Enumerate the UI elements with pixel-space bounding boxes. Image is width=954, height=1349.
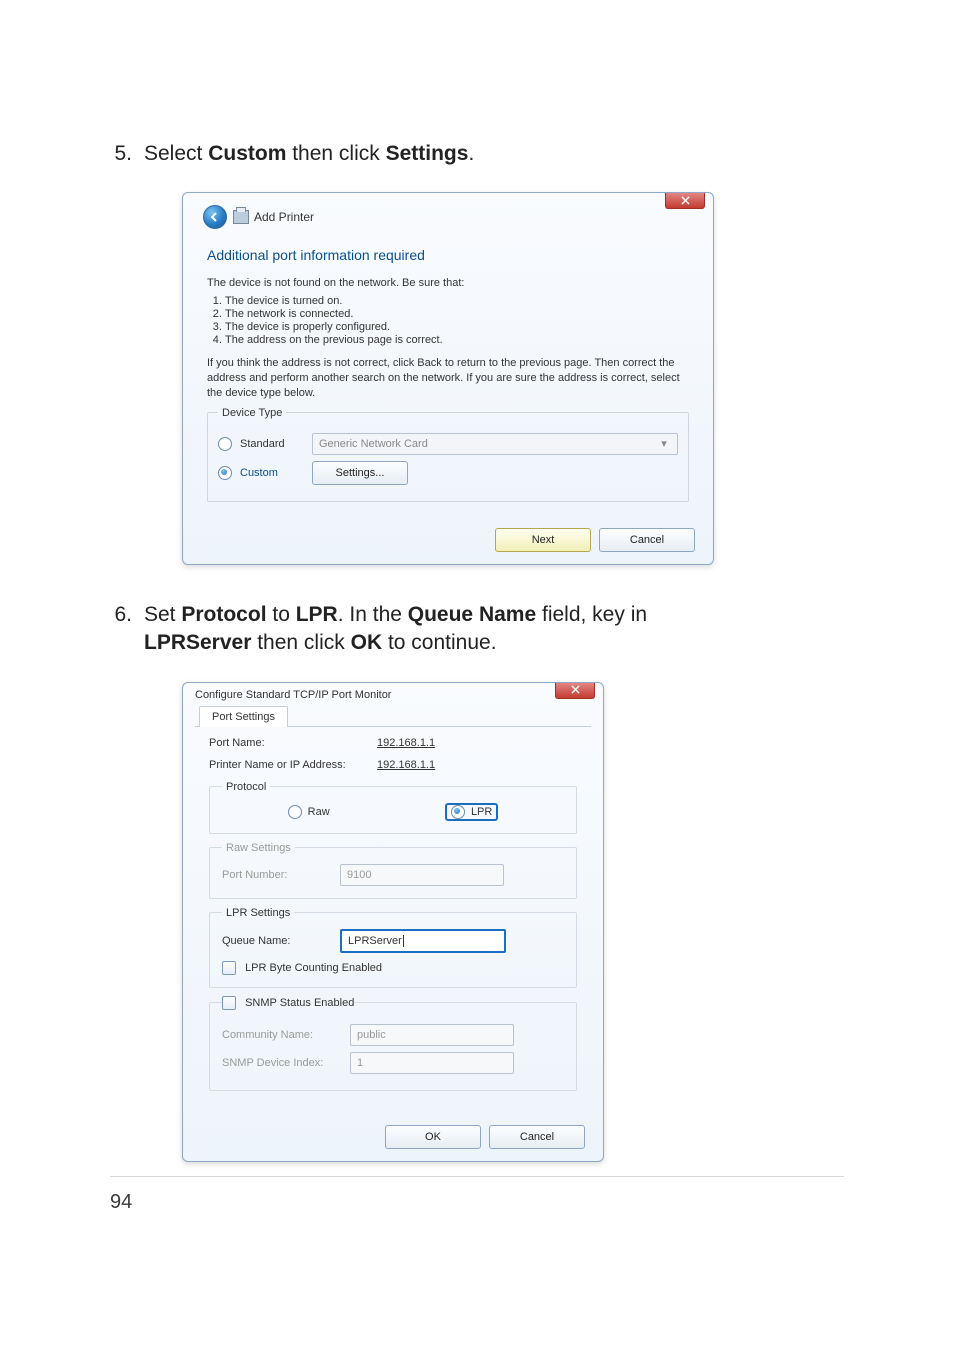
queue-name-label: Queue Name:: [222, 935, 332, 947]
snmp-index-input: 1: [350, 1052, 514, 1074]
snmp-index-label: SNMP Device Index:: [222, 1057, 342, 1069]
dialog-title: Add Printer: [254, 210, 314, 224]
bold: OK: [351, 631, 383, 654]
bold: LPRServer: [144, 631, 251, 654]
protocol-group: Protocol Raw LPR: [209, 781, 577, 834]
combo-value: Generic Network Card: [319, 438, 428, 450]
intro-text: The device is not found on the network. …: [207, 277, 689, 289]
snmp-label: SNMP Status Enabled: [245, 996, 354, 1008]
step-6: 6. Set Protocol to LPR. In the Queue Nam…: [110, 601, 844, 658]
bold-custom: Custom: [208, 142, 286, 165]
printer-ip-label: Printer Name or IP Address:: [209, 759, 369, 771]
community-label: Community Name:: [222, 1029, 342, 1041]
step-number: 6.: [110, 601, 132, 658]
raw-label: Raw: [308, 806, 330, 818]
text: Select: [144, 142, 208, 165]
lpr-settings-legend: LPR Settings: [222, 907, 294, 919]
text: to: [267, 603, 296, 626]
raw-radio[interactable]: Raw: [288, 803, 330, 821]
dialog-footer: Next Cancel: [183, 516, 713, 564]
dialog-footer: OK Cancel: [183, 1113, 603, 1161]
port-name-label: Port Name:: [209, 737, 369, 749]
close-button[interactable]: [555, 682, 595, 699]
custom-radio-row[interactable]: Custom Settings...: [218, 461, 678, 485]
list-item: The address on the previous page is corr…: [225, 334, 689, 346]
text: field, key in: [536, 603, 647, 626]
configure-port-dialog: Configure Standard TCP/IP Port Monitor P…: [182, 682, 604, 1162]
close-icon: [571, 685, 580, 694]
raw-settings-group: Raw Settings Port Number: 9100: [209, 842, 577, 899]
text: then click: [251, 631, 350, 654]
bold: Queue Name: [408, 603, 536, 626]
radio-icon: [288, 805, 302, 819]
text: . In the: [338, 603, 408, 626]
tab-port-settings[interactable]: Port Settings: [199, 706, 288, 727]
queue-name-input[interactable]: LPRServer: [340, 929, 506, 953]
step-text: Set Protocol to LPR. In the Queue Name f…: [144, 601, 844, 658]
queue-name-value: LPRServer: [348, 935, 402, 947]
community-input: public: [350, 1024, 514, 1046]
page-number: 94: [110, 1191, 132, 1213]
standard-radio-row[interactable]: Standard Generic Network Card ▾: [218, 433, 678, 455]
cancel-button[interactable]: Cancel: [489, 1125, 585, 1149]
standard-label: Standard: [240, 438, 304, 450]
port-number-input: 9100: [340, 864, 504, 886]
device-type-legend: Device Type: [218, 407, 286, 419]
lpr-byte-checkbox[interactable]: [222, 961, 236, 975]
standard-combobox[interactable]: Generic Network Card ▾: [312, 433, 678, 455]
custom-label: Custom: [240, 467, 304, 479]
text: to continue.: [382, 631, 496, 654]
text-caret-icon: [403, 935, 404, 947]
step-number: 5.: [110, 140, 132, 168]
printer-ip-value: 192.168.1.1: [377, 759, 435, 771]
bold: Protocol: [181, 603, 266, 626]
protocol-legend: Protocol: [222, 781, 270, 793]
list-item: The device is properly configured.: [225, 321, 689, 333]
add-printer-dialog: Add Printer Additional port information …: [182, 192, 714, 565]
step-text: Select Custom then click Settings.: [144, 140, 844, 168]
checklist: The device is turned on. The network is …: [207, 295, 689, 346]
text: then click: [286, 142, 385, 165]
snmp-group: SNMP Status Enabled Community Name: publ…: [209, 996, 577, 1091]
snmp-checkbox[interactable]: [222, 996, 236, 1010]
port-number-label: Port Number:: [222, 869, 332, 881]
radio-icon: [218, 437, 232, 451]
lpr-label: LPR: [471, 806, 492, 818]
radio-icon: [218, 466, 232, 480]
back-arrow-icon: [209, 211, 221, 223]
next-button[interactable]: Next: [495, 528, 591, 552]
ok-button[interactable]: OK: [385, 1125, 481, 1149]
cancel-button[interactable]: Cancel: [599, 528, 695, 552]
radio-icon: [451, 805, 465, 819]
list-item: The device is turned on.: [225, 295, 689, 307]
lpr-settings-group: LPR Settings Queue Name: LPRServer LPR B…: [209, 907, 577, 988]
text: Set: [144, 603, 181, 626]
port-name-value: 192.168.1.1: [377, 737, 435, 749]
dialog-heading: Additional port information required: [207, 247, 693, 263]
lpr-byte-label: LPR Byte Counting Enabled: [245, 961, 382, 973]
back-button[interactable]: [203, 205, 227, 229]
dialog-title: Configure Standard TCP/IP Port Monitor: [183, 683, 603, 703]
close-icon: [681, 196, 690, 205]
text: .: [468, 142, 474, 165]
bold: LPR: [296, 603, 338, 626]
step-5: 5. Select Custom then click Settings.: [110, 140, 844, 168]
tab-bar: Port Settings: [195, 705, 591, 727]
chevron-down-icon: ▾: [657, 437, 671, 450]
page-footer: 94: [110, 1176, 844, 1214]
bold-settings: Settings: [386, 142, 469, 165]
list-item: The network is connected.: [225, 308, 689, 320]
close-button[interactable]: [665, 192, 705, 209]
lpr-radio[interactable]: LPR: [445, 803, 498, 821]
help-paragraph: If you think the address is not correct,…: [207, 356, 689, 401]
raw-settings-legend: Raw Settings: [222, 842, 295, 854]
device-type-group: Device Type Standard Generic Network Car…: [207, 407, 689, 502]
printer-icon: [233, 210, 249, 224]
settings-button[interactable]: Settings...: [312, 461, 408, 485]
